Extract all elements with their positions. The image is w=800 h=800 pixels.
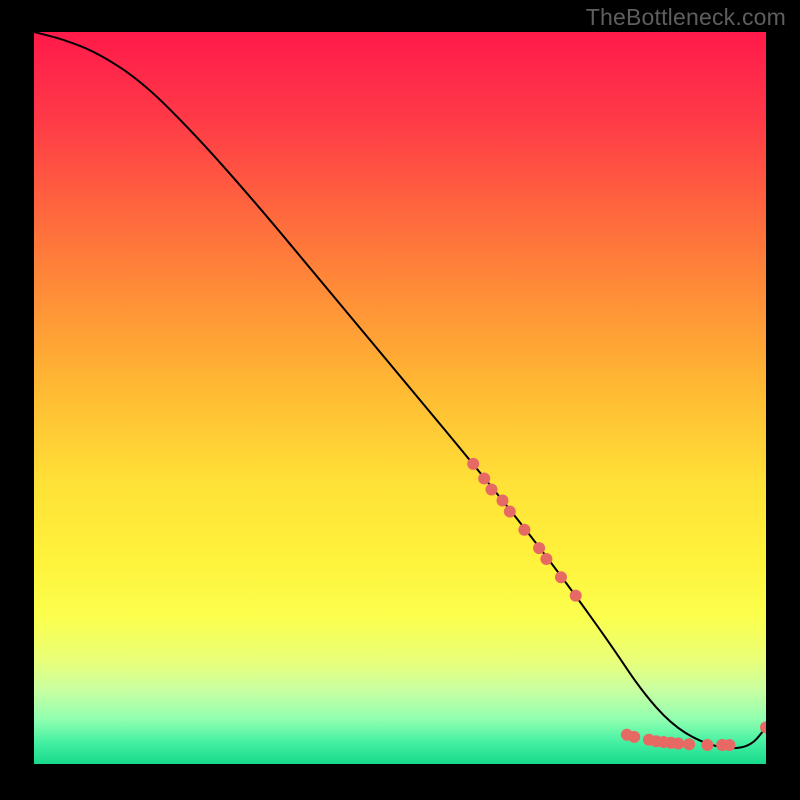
highlight-point bbox=[672, 738, 684, 750]
highlight-point bbox=[555, 571, 567, 583]
chart-stage: TheBottleneck.com bbox=[0, 0, 800, 800]
highlight-point bbox=[504, 506, 516, 518]
highlight-point bbox=[701, 739, 713, 751]
highlight-point bbox=[683, 738, 695, 750]
bottleneck-chart bbox=[34, 32, 766, 764]
highlight-point bbox=[467, 458, 479, 470]
highlight-point bbox=[518, 524, 530, 536]
plot-area bbox=[34, 32, 766, 764]
highlight-point bbox=[533, 542, 545, 554]
highlight-point bbox=[486, 484, 498, 496]
gradient-background bbox=[34, 32, 766, 764]
highlight-point bbox=[723, 739, 735, 751]
watermark-text: TheBottleneck.com bbox=[586, 4, 786, 31]
highlight-point bbox=[628, 731, 640, 743]
highlight-point bbox=[570, 590, 582, 602]
highlight-point bbox=[497, 495, 509, 507]
highlight-point bbox=[540, 553, 552, 565]
highlight-point bbox=[478, 473, 490, 485]
